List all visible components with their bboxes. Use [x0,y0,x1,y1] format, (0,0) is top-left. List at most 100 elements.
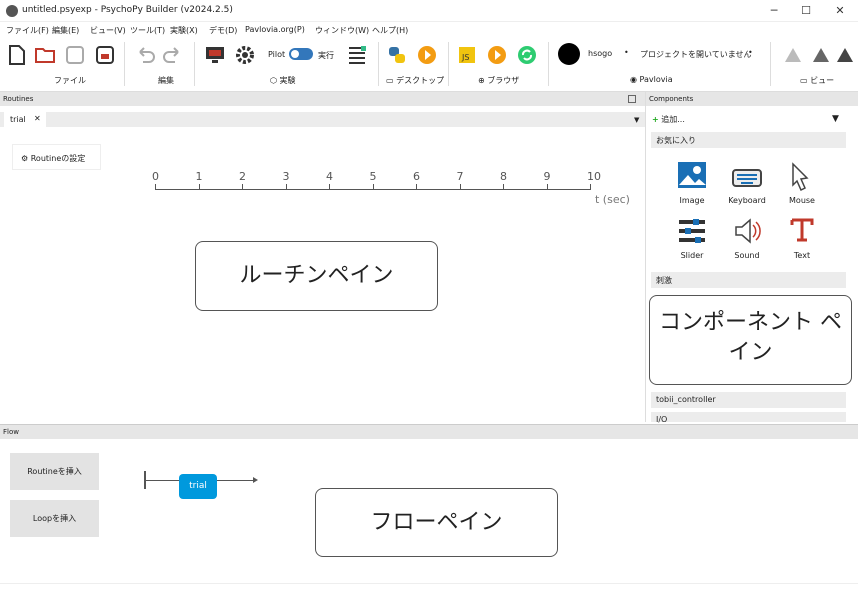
routine-tab-strip [0,112,645,127]
new-file-icon[interactable] [6,44,28,66]
timeline-tick-label: 2 [239,170,246,183]
menu-window[interactable]: ウィンドウ(W) [315,25,369,36]
save-icon[interactable] [64,44,86,66]
timeline-tick-label: 1 [195,170,203,183]
undo-icon[interactable] [134,44,156,66]
compile-script-icon[interactable] [346,44,368,66]
separator [378,42,379,86]
keyboard-component-label[interactable]: Keyboard [722,196,772,205]
separator [194,42,195,86]
components-header-label: Components [649,95,694,103]
menu-file[interactable]: ファイル(F) [6,25,49,36]
browser-label-text: ブラウザ [487,76,520,85]
timeline-tick-mark [503,184,504,190]
coder-view-icon[interactable] [810,44,832,66]
stimuli-label: 刺激 [656,276,672,285]
view-label-text: ビュー [810,76,835,85]
menu-tools[interactable]: ツール(T) [130,25,165,36]
routine-settings-label: Routineの設定 [30,154,86,163]
user-avatar[interactable] [558,43,580,65]
save-as-icon[interactable] [94,44,116,66]
timeline-tick-mark [372,184,374,190]
timeline-tick-mark [198,184,200,190]
slider-component-icon[interactable] [677,216,707,246]
close-button[interactable]: ✕ [826,2,854,20]
timeline-tick-mark [459,184,461,190]
pilot-run-toggle[interactable] [289,48,313,60]
slider-component-label[interactable]: Slider [667,251,717,260]
menu-demos[interactable]: デモ(D) [209,25,237,36]
settings-gear-icon[interactable] [234,44,256,66]
routine-tab-label: trial [10,115,26,124]
close-tab-icon[interactable]: ✕ [34,114,41,123]
flow-routine-trial[interactable]: trial [179,474,217,499]
menu-edit[interactable]: 編集(E) [52,25,79,36]
io-label: I/O [656,415,668,424]
open-folder-icon[interactable] [34,44,56,66]
pane-maximize-icon[interactable] [628,95,636,103]
run-desktop-icon[interactable] [416,44,438,66]
insert-routine-button[interactable]: Routineを挿入 [10,453,99,490]
category-tobii-controller[interactable]: tobii_controller [651,392,846,408]
routines-pane-header: Routines [0,92,645,106]
category-favorites[interactable]: お気に入り [651,132,846,148]
user-name[interactable]: hsogo [588,49,612,58]
tobii-label: tobii_controller [656,395,716,404]
builder-view-icon[interactable] [782,44,804,66]
run-browser-icon[interactable] [486,44,508,66]
sound-component-icon[interactable] [732,216,762,246]
timeline-tick-label: 8 [500,170,507,183]
flow-pane-callout: フローペイン [315,488,558,557]
minimize-button[interactable]: ─ [760,2,788,20]
tab-dropdown-icon[interactable]: ▼ [634,116,639,124]
window-title: untitled.psyexp - PsychoPy Builder (v202… [22,5,233,15]
ribbon-toolbar: ファイル 編集 Pilot 実行 ⬡ 実験 ▭ デスクトップ JS ⊕ ブラウザ… [0,38,858,92]
text-component-label[interactable]: Text [777,251,827,260]
pavlovia-label-text: Pavlovia [639,75,673,84]
timeline-tick-mark [590,184,591,190]
title-bar: untitled.psyexp - PsychoPy Builder (v202… [0,0,858,22]
insert-routine-label: Routineを挿入 [27,467,82,476]
timeline-tick-label: 9 [543,170,551,183]
sync-icon[interactable] [516,44,538,66]
timeline-tick-label: 10 [587,170,601,183]
category-io[interactable]: I/O [651,412,846,424]
category-stimuli[interactable]: 刺激 [651,272,846,288]
maximize-button[interactable]: ☐ [792,2,820,20]
filter-icon[interactable]: ▼ [832,114,839,124]
mouse-component-icon[interactable] [787,162,817,192]
ribbon-group-file-label: ファイル [54,76,86,85]
runner-view-icon[interactable] [834,44,856,66]
keyboard-component-icon[interactable] [732,164,762,194]
menu-pavlovia[interactable]: Pavlovia.org(P) [245,25,305,34]
separator [448,42,449,86]
image-component-icon[interactable] [677,161,707,191]
sound-component-label[interactable]: Sound [722,251,772,260]
separator [548,42,549,86]
app-icon [6,5,18,17]
menu-help[interactable]: ヘルプ(H) [372,25,408,36]
menu-experiment[interactable]: 実験(X) [170,25,198,36]
monitor-icon[interactable] [204,44,226,66]
pilot-label: Pilot [268,50,286,59]
image-component-label[interactable]: Image [667,196,717,205]
project-label[interactable]: プロジェクトを開いていません [640,49,752,60]
javascript-icon[interactable]: JS [456,44,478,66]
routine-tab-trial[interactable]: trial ✕ [4,112,46,127]
python-icon[interactable] [386,44,408,66]
menu-view[interactable]: ビュー(V) [90,25,126,36]
routine-settings-button[interactable]: ⚙ Routineの設定 [12,144,101,170]
ribbon-group-experiment-label: ⬡ 実験 [270,76,296,85]
mouse-component-label[interactable]: Mouse [777,196,827,205]
components-pane: Components + 追加... ▼ お気に入り Image Keyboar… [645,92,858,424]
ribbon-group-browser-label: ⊕ ブラウザ [478,76,520,85]
flow-header-label: Flow [3,428,19,436]
timeline-tick-label: 0 [152,170,159,183]
menu-bar: ファイル(F) 編集(E) ビュー(V) ツール(T) 実験(X) デモ(D) … [0,22,858,38]
status-bar [0,583,858,601]
timeline-tick-mark [285,184,287,190]
redo-icon[interactable] [162,44,184,66]
text-component-icon[interactable] [787,216,817,246]
add-component-button[interactable]: + 追加... [652,114,685,125]
insert-loop-button[interactable]: Loopを挿入 [10,500,99,537]
